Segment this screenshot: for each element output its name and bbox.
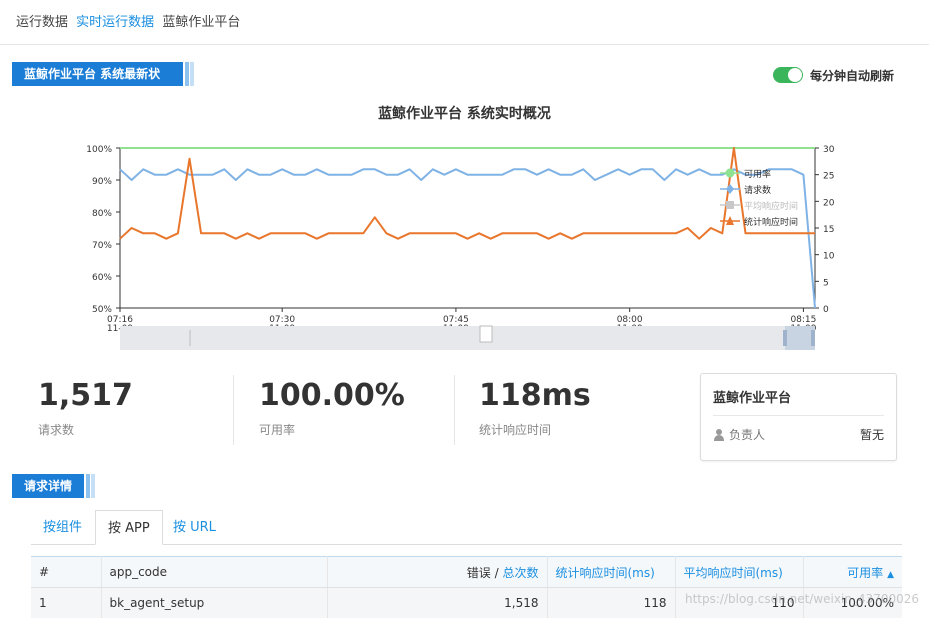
sort-asc-icon[interactable]: ▲: [887, 570, 894, 580]
y-right-tick-label: 30: [823, 145, 835, 155]
breadcrumb-current: 蓝鲸作业平台: [162, 15, 241, 30]
y-right-tick-label: 0: [823, 305, 829, 315]
owner-key: 负责人: [713, 426, 765, 443]
y-left-tick-label: 80%: [92, 209, 112, 219]
auto-refresh-label: 每分钟自动刷新: [810, 68, 895, 83]
header-accent-bar: [185, 62, 189, 86]
legend-marker-circle: [725, 168, 735, 178]
stat-label: 可用率: [259, 423, 296, 437]
col-slash: /: [490, 565, 503, 580]
y-left-tick-label: 100%: [86, 145, 112, 155]
toggle-knob: [788, 68, 802, 82]
stat-value: 1,517: [38, 378, 133, 413]
legend-label: 请求数: [744, 184, 771, 196]
tab-by-component[interactable]: 按组件: [31, 510, 94, 545]
zoom-slider-track: [120, 326, 815, 350]
y-right-tick-label: 20: [823, 198, 835, 208]
legend-label: 平均响应时间: [744, 200, 798, 212]
cell-stat-response: 118: [547, 587, 676, 618]
cell-app-code: bk_agent_setup: [101, 587, 328, 618]
cell-total: 1,518: [327, 587, 548, 618]
owner-row: 负责人 暂无: [713, 426, 884, 443]
col-availability[interactable]: 可用率 ▲: [803, 556, 902, 588]
header-accent-bar: [190, 62, 194, 86]
tab-by-app[interactable]: 按 APP: [95, 510, 163, 545]
col-total: 总次数: [502, 565, 539, 580]
owner-key-label: 负责人: [729, 428, 766, 442]
user-icon: [713, 428, 725, 441]
y-left-tick-label: 50%: [92, 305, 112, 315]
y-right-tick-label: 10: [823, 252, 835, 262]
zoom-slider-handle-right: [811, 330, 815, 346]
col-avg-response[interactable]: 平均响应时间(ms): [675, 556, 804, 588]
table-header-row: # app_code 错误 / 总次数 统计响应时间(ms) 平均响应时间(ms…: [31, 556, 902, 588]
stat-label: 请求数: [38, 423, 75, 437]
y-left-tick-label: 70%: [92, 241, 112, 251]
cell-index: 1: [31, 587, 102, 618]
stat-availability: 100.00% 可用率: [259, 378, 405, 438]
series-line-统计响应时间: [119, 147, 815, 240]
details-section-header: 请求详情: [12, 474, 84, 498]
details-section-title: 请求详情: [24, 479, 73, 493]
zoom-slider-handle-left: [783, 330, 787, 346]
request-table: # app_code 错误 / 总次数 统计响应时间(ms) 平均响应时间(ms…: [31, 556, 902, 618]
col-availability-label: 可用率: [847, 565, 884, 580]
zoom-slider-window: [785, 326, 815, 350]
owner-card: 蓝鲸作业平台 负责人 暂无: [700, 373, 897, 461]
auto-refresh: 每分钟自动刷新: [773, 66, 894, 84]
col-app-code[interactable]: app_code: [101, 556, 328, 588]
y-left-tick-label: 90%: [92, 177, 112, 187]
divider: [713, 415, 884, 416]
watermark: https://blog.csdn.net/weixin_43700026: [684, 592, 919, 606]
status-section-title: 蓝鲸作业平台 系统最新状态: [24, 67, 161, 105]
col-errors-total[interactable]: 错误 / 总次数: [327, 556, 548, 588]
stat-value: 118ms: [479, 378, 591, 413]
legend-marker-square: [726, 201, 734, 209]
zoom-slider-handle: [479, 325, 493, 343]
status-section-header: 蓝鲸作业平台 系统最新状态: [12, 62, 183, 105]
y-right-tick-label: 25: [823, 172, 834, 182]
legend-label: 统计响应时间: [744, 216, 798, 228]
y-right-tick-label: 15: [823, 225, 834, 235]
chart-title: 蓝鲸作业平台 系统实时概况: [378, 106, 551, 122]
breadcrumb-link[interactable]: 实时运行数据: [76, 15, 154, 30]
stat-response-time: 118ms 统计响应时间: [479, 378, 591, 438]
col-errors: 错误: [466, 565, 491, 580]
header-accent-bar: [86, 474, 90, 498]
legend-label: 可用率: [744, 168, 771, 180]
owner-card-title: 蓝鲸作业平台: [713, 391, 792, 406]
owner-value: 暂无: [859, 428, 884, 442]
tab-by-url[interactable]: 按 URL: [161, 510, 228, 545]
breadcrumb: 运行数据 实时运行数据 蓝鲸作业平台: [0, 0, 929, 45]
col-index[interactable]: #: [31, 556, 102, 588]
realtime-chart: 100%90%80%70%60%50%30252015105007:1611-0…: [86, 145, 835, 350]
header-accent-bar: [91, 474, 95, 498]
breadcrumb-root[interactable]: 运行数据: [16, 15, 68, 30]
divider: [233, 375, 234, 445]
col-stat-response[interactable]: 统计响应时间(ms): [547, 556, 676, 588]
detail-tabs: 按组件 按 APP 按 URL: [31, 510, 902, 545]
y-right-tick-label: 5: [823, 278, 829, 288]
stat-requests: 1,517 请求数: [38, 378, 133, 438]
stat-label: 统计响应时间: [479, 423, 552, 437]
divider: [454, 375, 455, 445]
y-left-tick-label: 60%: [92, 273, 112, 283]
stat-value: 100.00%: [259, 378, 405, 413]
auto-refresh-toggle[interactable]: [773, 67, 803, 83]
